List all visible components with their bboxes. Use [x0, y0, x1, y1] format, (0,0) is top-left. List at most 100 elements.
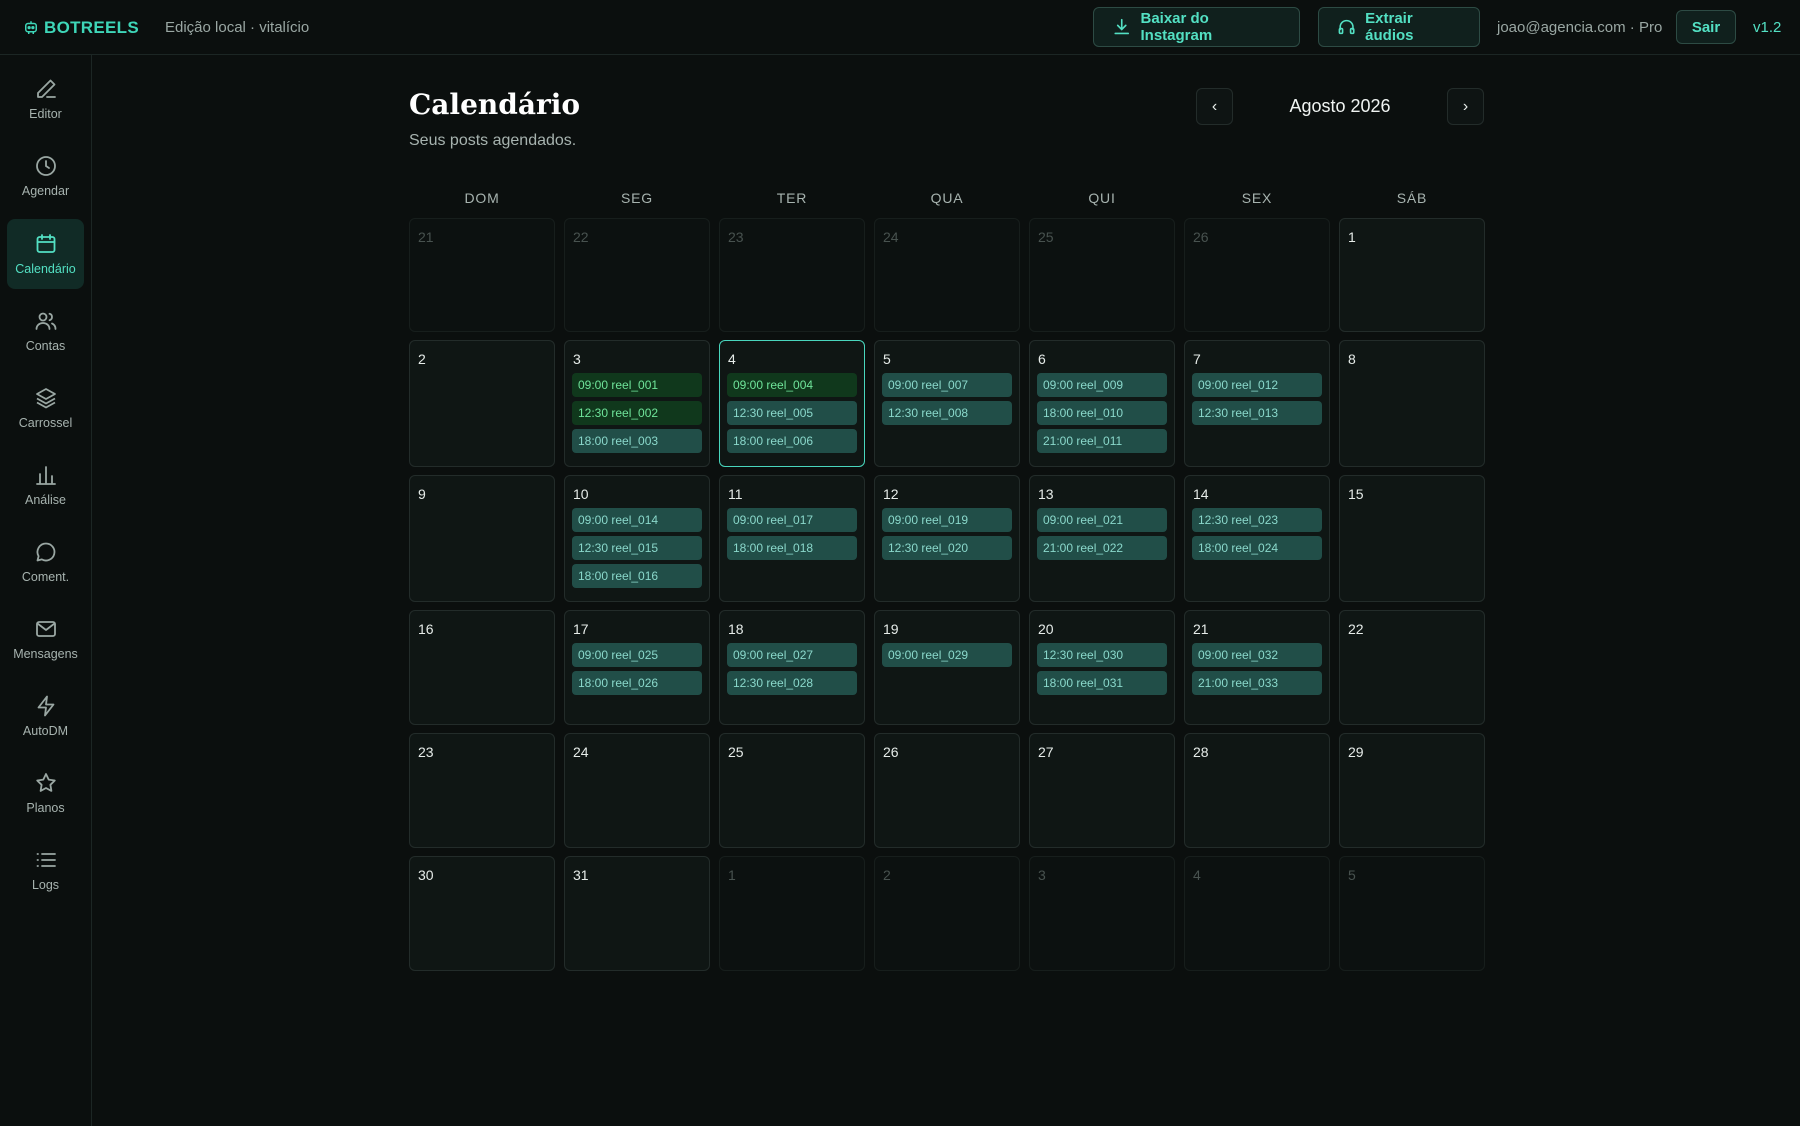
lightning-icon — [37, 695, 54, 717]
calendar-day: 24 — [874, 218, 1020, 332]
calendar-day[interactable]: 6 09:00 reel_009 18:00 reel_010 21:00 reel_… — [1029, 340, 1175, 467]
calendar-day[interactable]: 14 12:30 reel_023 18:00 reel_024 — [1184, 475, 1330, 602]
logout-button[interactable]: Sair — [1676, 10, 1736, 44]
calendar-day: 2 — [874, 856, 1020, 971]
day-number: 21 — [1193, 621, 1209, 637]
sidebar-item-agendar[interactable]: Agendar — [7, 141, 84, 211]
calendar-day[interactable]: 17 09:00 reel_025 18:00 reel_026 — [564, 610, 710, 725]
post-chip-scheduled[interactable]: 18:00 reel_003 — [572, 429, 702, 453]
post-chip-published[interactable]: 12:30 reel_002 — [572, 401, 702, 425]
calendar-day[interactable]: 16 — [409, 610, 555, 725]
sidebar-item-contas[interactable]: Contas — [7, 296, 84, 366]
calendar-day[interactable]: 15 — [1339, 475, 1485, 602]
sidebar-item-autodm[interactable]: AutoDM — [7, 681, 84, 751]
download-instagram-label: Baixar do Instagram — [1140, 10, 1213, 44]
post-chip-scheduled[interactable]: 12:30 reel_020 — [882, 536, 1012, 560]
post-chip-scheduled[interactable]: 12:30 reel_013 — [1192, 401, 1322, 425]
post-chip-scheduled[interactable]: 18:00 reel_031 — [1037, 671, 1167, 695]
headphones-icon — [1338, 19, 1355, 35]
post-chip-scheduled[interactable]: 12:30 reel_005 — [727, 401, 857, 425]
calendar-day[interactable]: 9 — [409, 475, 555, 602]
sidebar-item-mensagens[interactable]: Mensagens — [7, 604, 84, 674]
calendar-day[interactable]: 11 09:00 reel_017 18:00 reel_018 — [719, 475, 865, 602]
calendar-day[interactable]: 26 — [874, 733, 1020, 848]
next-month-button[interactable]: › — [1447, 88, 1484, 125]
post-chip-scheduled[interactable]: 09:00 reel_029 — [882, 643, 1012, 667]
sidebar-item-planos[interactable]: Planos — [7, 758, 84, 828]
post-chip-scheduled[interactable]: 18:00 reel_026 — [572, 671, 702, 695]
weekday-label: DOM — [464, 190, 500, 206]
calendar-day[interactable]: 10 09:00 reel_014 12:30 reel_015 18:00 reel… — [564, 475, 710, 602]
post-chip-scheduled[interactable]: 12:30 reel_015 — [572, 536, 702, 560]
calendar-day[interactable]: 20 12:30 reel_030 18:00 reel_031 — [1029, 610, 1175, 725]
sidebar-item-editor[interactable]: Editor — [7, 64, 84, 134]
mail-icon — [35, 621, 56, 637]
post-chip-scheduled[interactable]: 12:30 reel_030 — [1037, 643, 1167, 667]
post-chip-scheduled[interactable]: 21:00 reel_011 — [1037, 429, 1167, 453]
calendar-day[interactable]: 24 — [564, 733, 710, 848]
calendar-day: 4 — [1184, 856, 1330, 971]
post-chip-scheduled[interactable]: 09:00 reel_007 — [882, 373, 1012, 397]
post-chip-scheduled[interactable]: 09:00 reel_009 — [1037, 373, 1167, 397]
calendar-day[interactable]: 5 09:00 reel_007 12:30 reel_008 — [874, 340, 1020, 467]
calendar-day[interactable]: 28 — [1184, 733, 1330, 848]
calendar-day[interactable]: 12 09:00 reel_019 12:30 reel_020 — [874, 475, 1020, 602]
calendar-day[interactable]: 18 09:00 reel_027 12:30 reel_028 — [719, 610, 865, 725]
post-chip-scheduled[interactable]: 21:00 reel_033 — [1192, 671, 1322, 695]
calendar-day[interactable]: 29 — [1339, 733, 1485, 848]
post-chip-scheduled[interactable]: 18:00 reel_018 — [727, 536, 857, 560]
calendar-day[interactable]: 1 — [1339, 218, 1485, 332]
clock-icon — [35, 156, 56, 176]
sidebar-item-carrossel[interactable]: Carrossel — [7, 373, 84, 443]
post-chip-scheduled[interactable]: 09:00 reel_032 — [1192, 643, 1322, 667]
post-chip-published[interactable]: 09:00 reel_001 — [572, 373, 702, 397]
day-number: 7 — [1193, 351, 1201, 367]
post-chip-scheduled[interactable]: 09:00 reel_019 — [882, 508, 1012, 532]
day-number: 6 — [1038, 351, 1046, 367]
day-number: 20 — [1038, 621, 1054, 637]
post-chip-scheduled[interactable]: 18:00 reel_024 — [1192, 536, 1322, 560]
post-chip-scheduled[interactable]: 12:30 reel_023 — [1192, 508, 1322, 532]
sidebar-item-logs[interactable]: Logs — [7, 835, 84, 905]
post-chip-scheduled[interactable]: 18:00 reel_016 — [572, 564, 702, 588]
post-chip-scheduled[interactable]: 09:00 reel_025 — [572, 643, 702, 667]
post-chip-scheduled[interactable]: 12:30 reel_008 — [882, 401, 1012, 425]
day-number: 17 — [573, 621, 589, 637]
post-chip-scheduled[interactable]: 21:00 reel_022 — [1037, 536, 1167, 560]
download-icon — [1114, 18, 1130, 35]
calendar-day[interactable]: 2 — [409, 340, 555, 467]
calendar-day-today[interactable]: 4 09:00 reel_004 12:30 reel_005 18:00 reel_… — [719, 340, 865, 467]
calendar-day[interactable]: 22 — [1339, 610, 1485, 725]
day-number: 18 — [728, 621, 744, 637]
calendar-day[interactable]: 3 09:00 reel_001 12:30 reel_002 18:00 reel_… — [564, 340, 710, 467]
app-logo[interactable]: BOTREELS — [22, 0, 139, 55]
post-chip-scheduled[interactable]: 09:00 reel_014 — [572, 508, 702, 532]
calendar-day[interactable]: 7 09:00 reel_012 12:30 reel_013 — [1184, 340, 1330, 467]
day-number: 13 — [1038, 486, 1054, 502]
calendar-day[interactable]: 23 — [409, 733, 555, 848]
calendar-day[interactable]: 19 09:00 reel_029 — [874, 610, 1020, 725]
post-chip-scheduled[interactable]: 09:00 reel_017 — [727, 508, 857, 532]
post-chip-scheduled[interactable]: 18:00 reel_010 — [1037, 401, 1167, 425]
calendar-day[interactable]: 8 — [1339, 340, 1485, 467]
calendar-day[interactable]: 31 — [564, 856, 710, 971]
post-chip-published[interactable]: 09:00 reel_004 — [727, 373, 857, 397]
post-chip-scheduled[interactable]: 09:00 reel_012 — [1192, 373, 1322, 397]
sidebar-item-analise[interactable]: Análise — [7, 450, 84, 520]
extract-audio-button[interactable]: Extrair áudios — [1318, 7, 1480, 47]
calendar-day[interactable]: 30 — [409, 856, 555, 971]
previous-month-button[interactable]: ‹ — [1196, 88, 1233, 125]
sidebar-item-label: Mensagens — [13, 647, 78, 661]
post-chip-scheduled[interactable]: 18:00 reel_006 — [727, 429, 857, 453]
calendar-day[interactable]: 27 — [1029, 733, 1175, 848]
post-chip-scheduled[interactable]: 09:00 reel_021 — [1037, 508, 1167, 532]
download-instagram-button[interactable]: Baixar do Instagram — [1093, 7, 1300, 47]
sidebar-item-coment[interactable]: Coment. — [7, 527, 84, 597]
sidebar-item-calendario[interactable]: Calendário — [7, 219, 84, 289]
post-chip-scheduled[interactable]: 12:30 reel_028 — [727, 671, 857, 695]
calendar-day[interactable]: 21 09:00 reel_032 21:00 reel_033 — [1184, 610, 1330, 725]
calendar-day[interactable]: 13 09:00 reel_021 21:00 reel_022 — [1029, 475, 1175, 602]
weekday-label: SÁB — [1396, 190, 1428, 206]
post-chip-scheduled[interactable]: 09:00 reel_027 — [727, 643, 857, 667]
calendar-day[interactable]: 25 — [719, 733, 865, 848]
